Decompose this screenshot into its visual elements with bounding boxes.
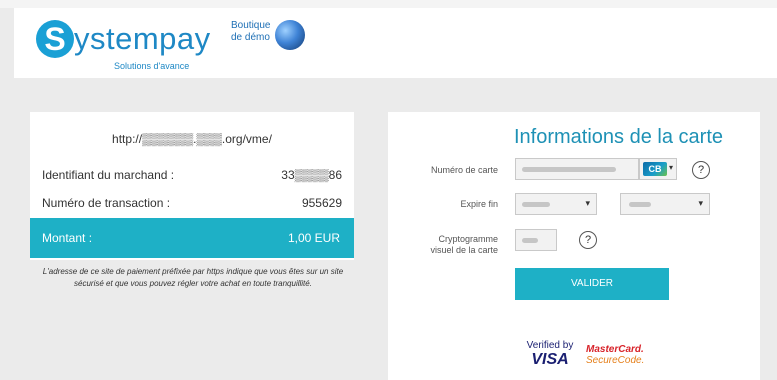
expiry-month-select[interactable]: ▾ <box>515 193 597 215</box>
merchant-id-value: 33▒▒▒▒86 <box>281 168 342 182</box>
cb-card-icon: CB <box>643 162 667 176</box>
validate-button[interactable]: VALIDER <box>515 268 669 300</box>
merchant-url: http://▒▒▒▒▒▒.▒▒▒.org/vme/ <box>112 132 272 146</box>
card-number-label: Numéro de carte <box>430 165 498 175</box>
systempay-logo: S ystempay Solutions d'avance <box>36 16 211 71</box>
expiry-year-select[interactable]: ▾ <box>620 193 710 215</box>
merchant-id-label: Identifiant du marchand : <box>42 168 175 182</box>
amount-label: Montant : <box>42 231 93 245</box>
amount-value: 1,00 EUR <box>287 231 340 245</box>
chevron-down-icon: ▾ <box>585 198 590 208</box>
shop-name: Boutique de démo <box>231 20 321 60</box>
cvv-label: Cryptogramme visuel de la carte <box>430 234 498 255</box>
card-type-select[interactable]: CB ▾ <box>639 158 677 180</box>
transaction-label: Numéro de transaction : <box>42 196 171 210</box>
verified-by-visa-logo: Verified by VISA <box>526 340 574 368</box>
brand-letter: S <box>36 20 74 58</box>
brand-tagline: Solutions d'avance <box>114 61 190 71</box>
merchant-id-row: Identifiant du marchand : 33▒▒▒▒86 <box>42 168 342 188</box>
brand-wordmark: ystempay <box>74 21 211 56</box>
globe-icon <box>275 20 305 50</box>
card-number-input[interactable] <box>515 158 639 180</box>
transaction-value: 955629 <box>301 196 342 210</box>
security-note: L'adresse de ce site de paiement préfixé… <box>42 267 344 288</box>
chevron-down-icon: ▾ <box>668 163 673 172</box>
header-bar: S ystempay Solutions d'avance Boutique d… <box>14 8 777 78</box>
shop-name-line1: Boutique <box>231 20 271 31</box>
transaction-row: Numéro de transaction : 955629 <box>42 196 342 216</box>
amount-bar: Montant : 1,00 EUR <box>30 218 354 258</box>
card-number-help-icon[interactable]: ? <box>692 161 710 179</box>
shop-name-line2: de démo <box>231 32 270 43</box>
cvv-help-icon[interactable]: ? <box>579 231 597 249</box>
card-form-title: Informations de la carte <box>514 126 723 148</box>
mastercard-securecode-logo: MasterCard. SecureCode. <box>586 344 645 366</box>
cvv-input[interactable] <box>515 229 557 251</box>
expiry-label: Expire fin <box>460 199 498 209</box>
top-strip <box>0 0 777 8</box>
chevron-down-icon: ▾ <box>698 198 703 208</box>
